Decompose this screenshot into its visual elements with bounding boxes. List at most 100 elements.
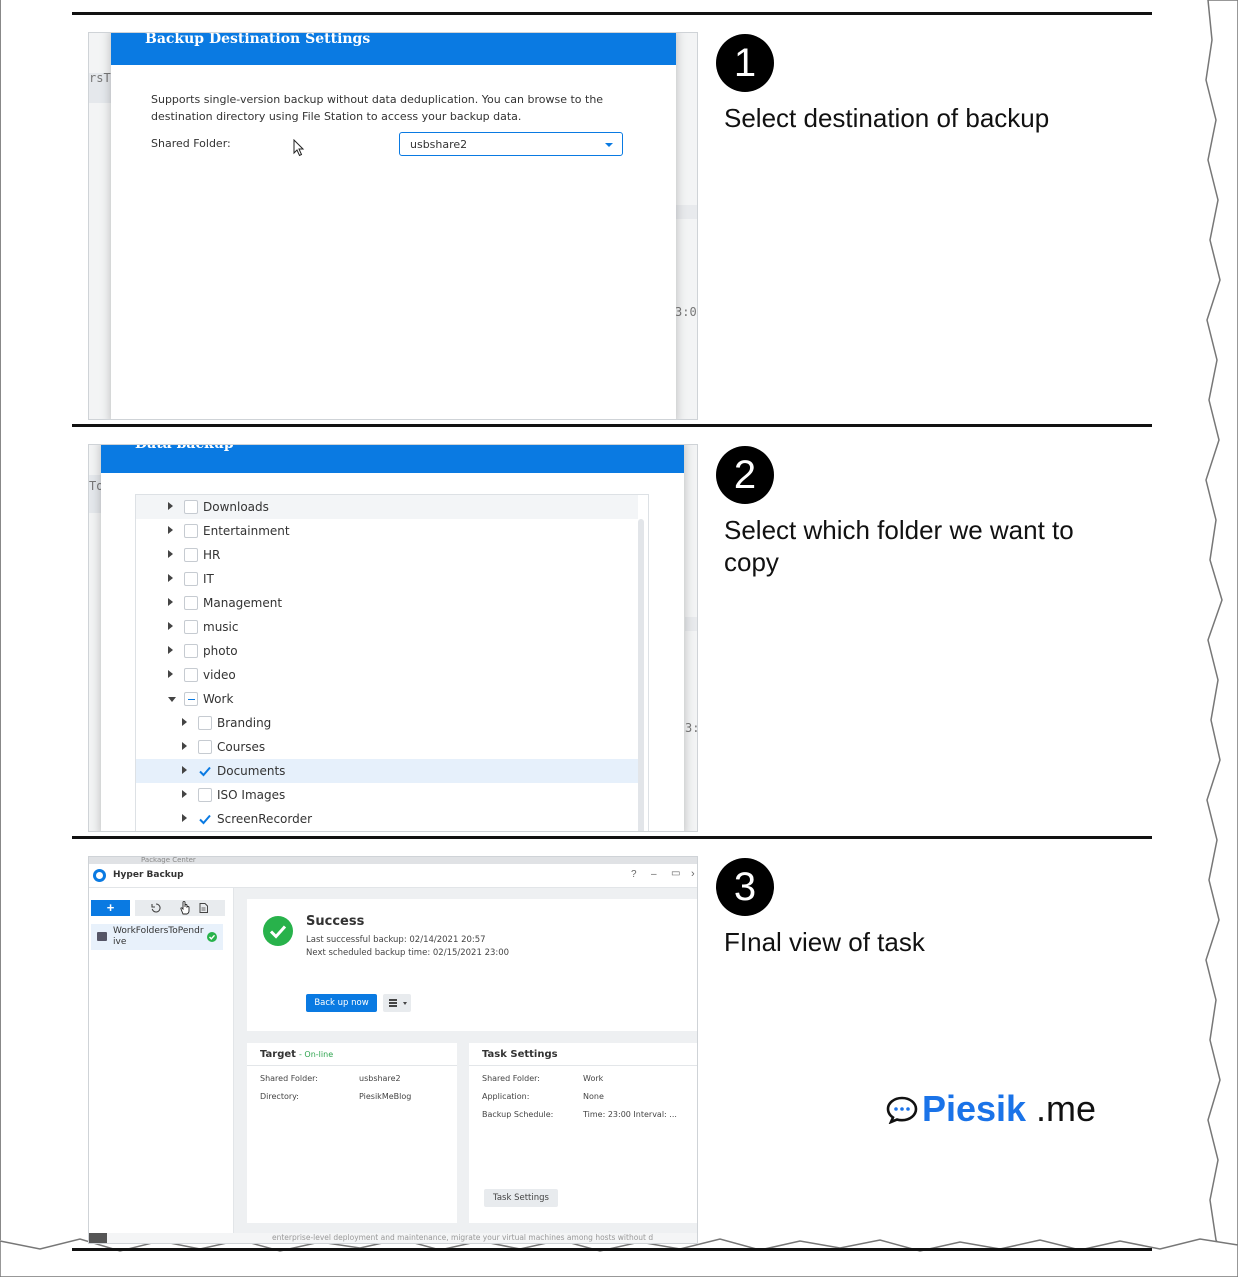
last-backup-time: Last successful backup: 02/14/2021 20:57 <box>306 935 486 945</box>
action-menu-button[interactable] <box>383 994 411 1012</box>
folder-checkbox[interactable] <box>184 644 198 658</box>
divider-rule <box>72 12 1152 15</box>
chevron-down-icon <box>605 143 613 147</box>
log-icon[interactable] <box>199 903 208 913</box>
maximize-icon[interactable]: ▭ <box>671 868 680 879</box>
data-backup-dialog: Data backup Downloads Entertainment HR IT Ma… <box>101 445 684 831</box>
status-ok-icon <box>207 932 217 942</box>
expand-right-icon[interactable] <box>168 574 173 582</box>
folder-label: video <box>203 668 236 682</box>
settings-label: Backup Schedule: <box>482 1110 554 1119</box>
target-label: Directory: <box>260 1092 299 1101</box>
expand-right-icon[interactable] <box>182 790 187 798</box>
folder-label: Entertainment <box>203 524 290 538</box>
task-settings-button[interactable]: Task Settings <box>484 1189 558 1207</box>
back-up-now-button[interactable]: Back up now <box>306 994 377 1012</box>
folder-checkbox[interactable] <box>198 788 212 802</box>
folder-checkbox[interactable] <box>184 668 198 682</box>
card-divider <box>469 1065 697 1066</box>
expand-right-icon[interactable] <box>168 550 173 558</box>
folder-tree: Downloads Entertainment HR IT Management musi… <box>135 494 649 831</box>
folder-label: Work <box>203 692 234 706</box>
folder-tree-row[interactable]: Branding <box>136 711 638 735</box>
expand-right-icon[interactable] <box>182 718 187 726</box>
mouse-cursor-icon <box>293 139 305 157</box>
expand-right-icon[interactable] <box>168 598 173 606</box>
help-icon[interactable]: ? <box>631 869 637 880</box>
background-window-title: Package Center <box>89 857 697 864</box>
folder-tree-row[interactable]: Management <box>136 591 638 615</box>
folder-label: HR <box>203 548 221 562</box>
expand-right-icon[interactable] <box>168 646 173 654</box>
folder-tree-row[interactable]: Work <box>136 687 638 711</box>
folder-checkbox[interactable] <box>184 596 198 610</box>
settings-value: Time: 23:00 Interval: ... <box>583 1110 677 1119</box>
divider-rule <box>72 836 1152 839</box>
folder-tree-row[interactable]: Documents <box>136 759 638 783</box>
screenshot-data-backup: To 3: Data backup DownloadsEntertainment… <box>88 444 698 832</box>
folder-checkbox[interactable] <box>184 620 198 634</box>
folder-checkbox[interactable] <box>184 572 198 586</box>
background-text: 3:0 <box>675 305 697 319</box>
dialog-description: Supports single-version backup without d… <box>151 93 604 123</box>
folder-checkbox[interactable] <box>198 764 212 778</box>
folder-checkbox[interactable] <box>184 524 198 538</box>
folder-tree-row[interactable]: HR <box>136 543 638 567</box>
expand-down-icon[interactable] <box>168 697 176 702</box>
folder-tree-row[interactable]: Courses <box>136 735 638 759</box>
folder-tree-row[interactable]: IT <box>136 567 638 591</box>
folder-label: Documents <box>217 764 286 778</box>
background-strip <box>685 617 697 631</box>
folder-label: IT <box>203 572 214 586</box>
screenshot-backup-destination: rsTo 3:0 Backup Destination Settings Sup… <box>88 32 698 420</box>
expand-right-icon[interactable] <box>182 742 187 750</box>
card-divider <box>247 1065 457 1066</box>
page-left-border <box>0 0 1 1240</box>
folder-checkbox[interactable] <box>184 692 198 706</box>
hand-cursor-icon <box>180 900 190 915</box>
expand-right-icon[interactable] <box>168 622 173 630</box>
hyper-backup-logo-icon <box>93 869 106 882</box>
folder-tree-row[interactable]: video <box>136 663 638 687</box>
settings-value: None <box>583 1092 604 1101</box>
screenshot-hyper-backup: Package Center Hyper Backup ? – ▭ › + Wo… <box>88 856 698 1244</box>
task-list-item[interactable]: WorkFoldersToPendrive <box>91 924 223 950</box>
usb-drive-icon <box>97 932 107 941</box>
expand-right-icon[interactable] <box>168 526 173 534</box>
target-value: usbshare2 <box>359 1074 401 1083</box>
restore-icon[interactable] <box>151 903 161 913</box>
close-icon[interactable]: › <box>691 868 695 880</box>
folder-tree-row[interactable]: ISO Images <box>136 783 638 807</box>
target-title: Target <box>260 1049 296 1060</box>
step-number-badge: 3 <box>716 858 774 916</box>
folder-checkbox[interactable] <box>184 548 198 562</box>
add-task-button[interactable]: + <box>91 900 130 916</box>
folder-tree-row[interactable]: Entertainment <box>136 519 638 543</box>
expand-right-icon[interactable] <box>168 502 173 510</box>
task-settings-title: Task Settings <box>482 1049 558 1060</box>
divider-rule <box>72 424 1152 427</box>
shared-folder-value: usbshare2 <box>410 138 468 151</box>
chevron-down-icon <box>403 1002 407 1005</box>
folder-tree-row[interactable]: music <box>136 615 638 639</box>
folder-label: Courses <box>217 740 266 754</box>
shared-folder-select[interactable]: usbshare2 <box>399 132 623 156</box>
expand-right-icon[interactable] <box>168 670 173 678</box>
folder-checkbox[interactable] <box>198 716 212 730</box>
target-value: PiesikMeBlog <box>359 1092 412 1101</box>
folder-checkbox[interactable] <box>184 500 198 514</box>
folder-tree-row[interactable]: ScreenRecorder <box>136 807 638 831</box>
expand-right-icon[interactable] <box>182 814 187 822</box>
app-title: Hyper Backup <box>113 870 184 880</box>
folder-label: Branding <box>217 716 272 730</box>
backup-destination-dialog: Backup Destination Settings Supports sin… <box>111 33 676 419</box>
expand-right-icon[interactable] <box>182 766 187 774</box>
step-description: FInal view of task <box>724 927 925 957</box>
settings-value: Work <box>583 1074 604 1083</box>
minimize-icon[interactable]: – <box>651 869 657 880</box>
folder-checkbox[interactable] <box>198 812 212 826</box>
folder-tree-row[interactable]: photo <box>136 639 638 663</box>
folder-checkbox[interactable] <box>198 740 212 754</box>
folder-tree-row[interactable]: Downloads <box>136 495 638 519</box>
tree-scrollbar[interactable] <box>638 519 644 831</box>
